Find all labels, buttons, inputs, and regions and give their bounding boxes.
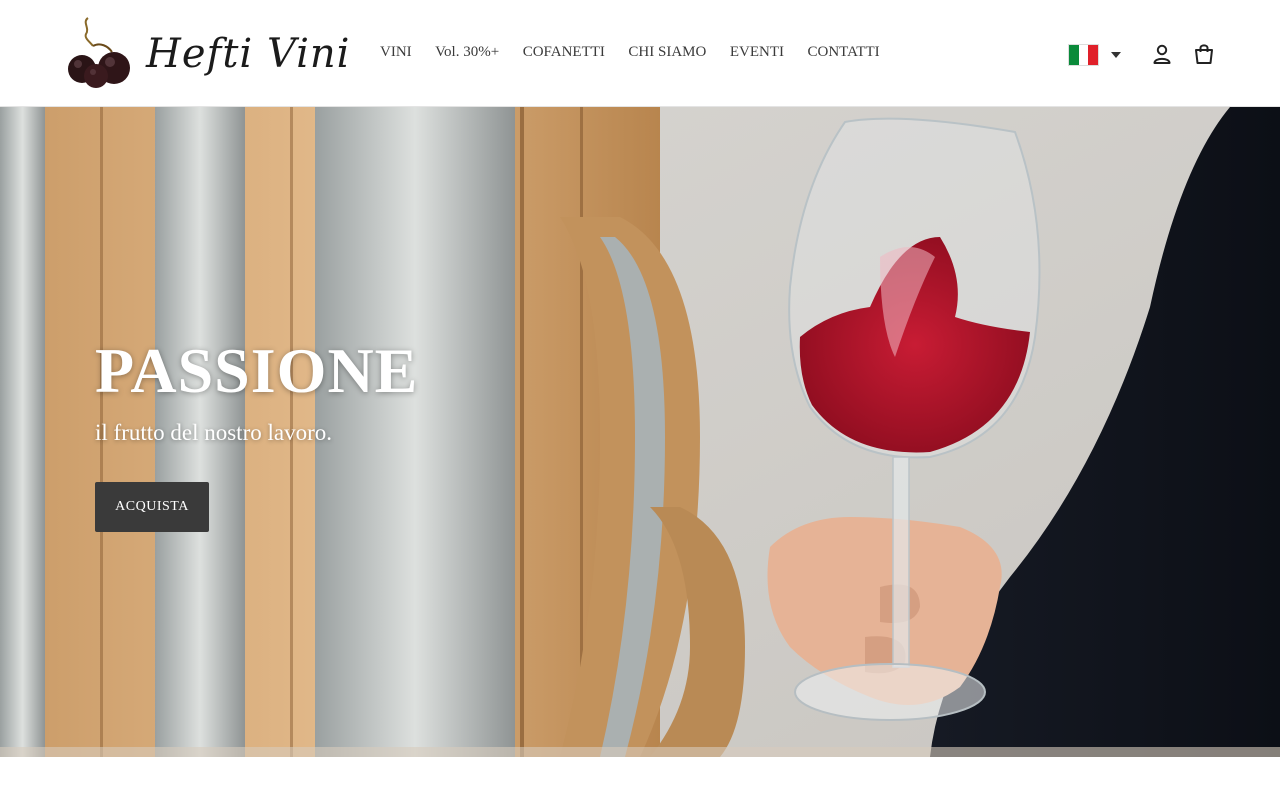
account-button[interactable]: [1150, 42, 1174, 66]
shopping-bag-icon: [1195, 44, 1213, 64]
site-logo[interactable]: Hefti Vini: [60, 16, 349, 90]
nav-item-vol-30[interactable]: Vol. 30%+: [435, 44, 499, 61]
user-icon: [1153, 44, 1171, 64]
hero-subtitle: il frutto del nostro lavoro.: [95, 420, 332, 445]
nav-item-chi-siamo[interactable]: CHI SIAMO: [628, 44, 706, 61]
grapes-icon: [68, 17, 130, 88]
language-selector[interactable]: [1068, 44, 1121, 66]
nav-item-vini[interactable]: VINI: [380, 44, 412, 61]
nav-item-eventi[interactable]: EVENTI: [730, 44, 784, 61]
cart-button[interactable]: [1192, 42, 1216, 66]
nav-item-cofanetti[interactable]: COFANETTI: [523, 44, 605, 61]
site-header: Hefti Vini VINI Vol. 30%+ COFANETTI CHI …: [0, 0, 1280, 107]
hero-banner: PASSIONE il frutto del nostro lavoro. AC…: [0, 107, 1280, 757]
main-nav: VINI Vol. 30%+ COFANETTI CHI SIAMO EVENT…: [380, 44, 903, 61]
italy-flag-icon: [1068, 44, 1099, 66]
brand-name: Hefti Vini: [146, 31, 351, 77]
chevron-down-icon: [1111, 52, 1121, 58]
nav-item-contatti[interactable]: CONTATTI: [808, 44, 880, 61]
hero-title: PASSIONE: [95, 335, 419, 406]
shop-button[interactable]: ACQUISTA: [95, 482, 209, 532]
